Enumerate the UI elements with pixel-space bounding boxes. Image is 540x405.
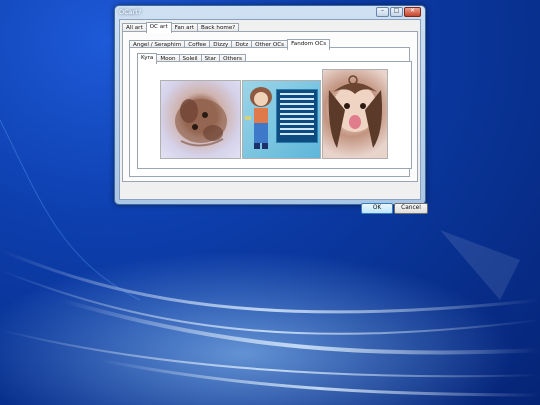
minimize-button[interactable]: –: [376, 7, 389, 17]
maximize-button[interactable]: □: [390, 7, 403, 17]
character-info-card: [276, 89, 318, 143]
cancel-button[interactable]: Cancel: [394, 203, 428, 214]
ocart-window: OCart? – □ ✕ All art OC art Fan art Back…: [114, 5, 428, 214]
minimize-icon: –: [381, 7, 384, 14]
tab-oc-art[interactable]: OC art: [145, 22, 172, 33]
tab-fandom-ocs[interactable]: Fandom OCs: [287, 39, 331, 50]
kyra-tongue-out-image: [322, 69, 388, 159]
maximize-icon: □: [393, 7, 400, 14]
kyra-reference-sheet-image: [242, 80, 321, 159]
window-client: All art OC art Fan art Back home? Angel …: [119, 19, 428, 214]
ok-button[interactable]: OK: [361, 203, 393, 214]
window-title: OCart?: [119, 8, 142, 16]
tab-kyra[interactable]: Kyra: [137, 53, 158, 64]
title-bar[interactable]: OCart? – □ ✕: [115, 6, 425, 19]
close-icon: ✕: [409, 7, 416, 14]
close-button[interactable]: ✕: [404, 7, 421, 17]
kyra-sketch-image: [160, 80, 241, 159]
